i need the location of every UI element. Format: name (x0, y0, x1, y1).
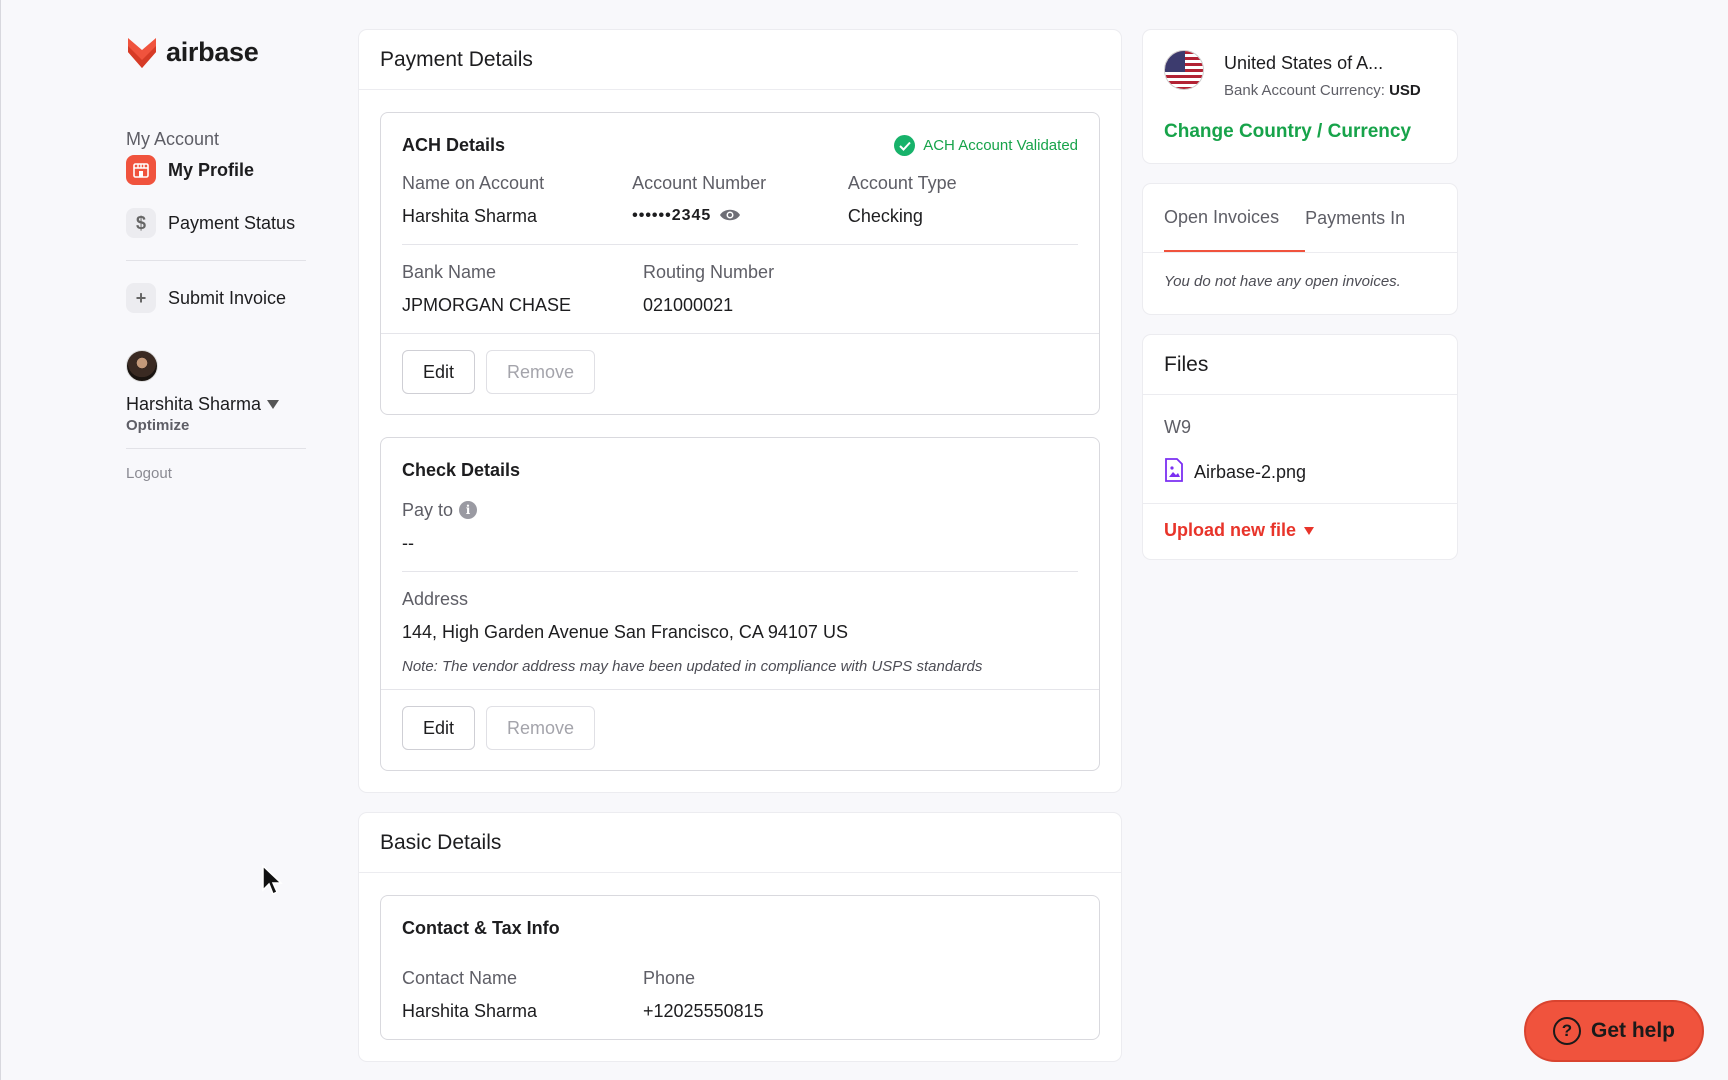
sidebar-item-payment-status[interactable]: $ Payment Status (126, 207, 308, 239)
mouse-cursor-icon (262, 864, 283, 896)
help-label: Get help (1590, 1019, 1675, 1042)
user-name: Harshita Sharma (126, 394, 262, 414)
plus-icon: + (126, 283, 156, 313)
upload-label: Upload new file (1164, 520, 1297, 540)
storefront-icon (126, 155, 156, 185)
file-group-label: W9 (1164, 417, 1191, 437)
empty-invoices-message: You do not have any open invoices. (1164, 273, 1401, 290)
check-details-card: Check Details Pay to i -- Address 144, H… (380, 437, 1100, 771)
brand-name: airbase (166, 36, 259, 67)
info-icon[interactable]: i (459, 501, 478, 519)
upload-file-button[interactable]: Upload new file (1143, 503, 1457, 559)
field-label: Routing Number (643, 261, 775, 282)
field-value: Harshita Sharma (402, 205, 538, 226)
country-name: United States of A... (1224, 53, 1384, 73)
field-label: Address (402, 588, 469, 609)
user-menu-toggle[interactable]: Harshita Sharma (126, 394, 308, 415)
contact-tax-card: Contact & Tax Info Contact Name Harshita… (380, 895, 1100, 1040)
account-number-masked: ••••••2345 (632, 207, 712, 224)
sidebar-item-label: Payment Status (168, 212, 296, 233)
logout-link[interactable]: Logout (126, 465, 308, 482)
sidebar-item-my-profile[interactable]: My Profile (126, 154, 308, 186)
field-value: -- (402, 532, 414, 553)
check-title: Check Details (402, 460, 521, 480)
airbase-logo[interactable]: airbase (126, 30, 308, 74)
invoice-tabs: Open Invoices Payments In (1143, 184, 1457, 253)
currency-label: Bank Account Currency: (1224, 82, 1385, 99)
ach-title: ACH Details (402, 135, 506, 155)
payment-details-card: Payment Details ACH Details ACH Account … (359, 30, 1121, 792)
ach-edit-button[interactable]: Edit (402, 350, 476, 394)
field-label: Bank Name (402, 261, 497, 282)
field-label: Name on Account (402, 172, 545, 193)
card-title: Basic Details (359, 813, 1121, 873)
field-value: Checking (847, 205, 923, 226)
validated-text: ACH Account Validated (923, 137, 1078, 154)
field-label: Phone (643, 967, 696, 988)
airbase-logo-icon (128, 38, 156, 68)
main-content: Payment Details ACH Details ACH Account … (359, 30, 1121, 1061)
eye-icon[interactable] (719, 206, 741, 227)
image-file-icon (1164, 458, 1184, 487)
file-link[interactable]: Airbase-2.png (1164, 458, 1436, 487)
usps-note: Note: The vendor address may have been u… (402, 658, 983, 675)
question-icon: ? (1552, 1017, 1581, 1045)
caret-down-icon (1304, 526, 1315, 535)
field-label: Pay to (402, 499, 454, 520)
dollar-icon: $ (126, 208, 156, 238)
check-circle-icon (894, 135, 916, 156)
right-column: United States of A... Bank Account Curre… (1143, 30, 1457, 559)
caret-down-icon (267, 400, 280, 409)
sidebar-item-submit-invoice[interactable]: + Submit Invoice (126, 282, 308, 314)
card-title: Payment Details (359, 30, 1121, 90)
files-title: Files (1143, 335, 1457, 395)
field-value: 144, High Garden Avenue San Francisco, C… (402, 621, 848, 642)
check-remove-button[interactable]: Remove (486, 706, 596, 750)
field-value: Harshita Sharma (402, 1000, 538, 1021)
tab-open-invoices[interactable]: Open Invoices (1164, 184, 1306, 252)
user-org: Optimize (126, 417, 190, 434)
field-label: Account Type (847, 172, 957, 193)
field-label: Contact Name (402, 967, 518, 988)
tab-payments-in[interactable]: Payments In (1305, 184, 1431, 252)
sidebar-item-label: Submit Invoice (168, 287, 287, 308)
field-value: JPMORGAN CHASE (402, 294, 572, 315)
field-label: Account Number (632, 172, 767, 193)
files-card: Files W9 Airbase-2.png Upload new file (1143, 335, 1457, 559)
contact-title: Contact & Tax Info (402, 918, 560, 938)
ach-details-card: ACH Details ACH Account Validated Name o… (380, 112, 1100, 415)
user-block: Harshita Sharma Optimize (126, 350, 308, 434)
field-value: 021000021 (643, 294, 734, 315)
country-card: United States of A... Bank Account Curre… (1143, 30, 1457, 163)
change-country-link[interactable]: Change Country / Currency (1164, 121, 1436, 143)
sidebar-item-label: My Profile (168, 159, 255, 180)
avatar (126, 350, 158, 382)
file-name: Airbase-2.png (1194, 462, 1307, 482)
validated-badge: ACH Account Validated (894, 135, 1078, 156)
check-edit-button[interactable]: Edit (402, 706, 476, 750)
section-label: My Account (126, 129, 220, 149)
currency-value: USD (1389, 82, 1421, 99)
get-help-button[interactable]: ? Get help (1524, 1000, 1704, 1062)
divider (126, 448, 306, 449)
divider (126, 260, 306, 261)
us-flag-icon (1164, 50, 1204, 90)
sidebar: airbase My Account My Profile $ Payment … (126, 30, 308, 482)
ach-remove-button[interactable]: Remove (486, 350, 596, 394)
currency-line: Bank Account Currency: USD (1224, 82, 1421, 99)
invoices-card: Open Invoices Payments In You do not hav… (1143, 184, 1457, 314)
field-value: +12025550815 (643, 1000, 764, 1021)
basic-details-card: Basic Details Contact & Tax Info Contact… (359, 813, 1121, 1061)
